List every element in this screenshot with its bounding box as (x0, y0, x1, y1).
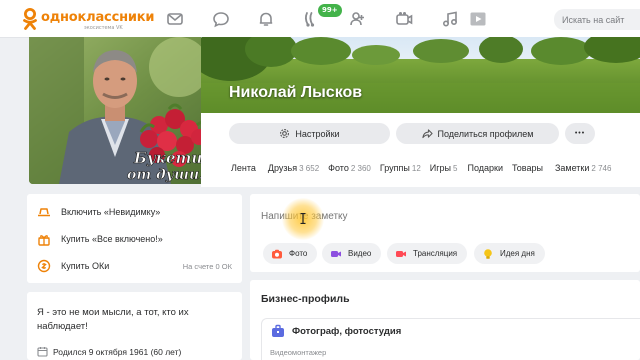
photo-chip[interactable]: Фото (263, 243, 318, 264)
avatar-caption-line2: от души! (127, 167, 205, 183)
text-cursor-icon (300, 213, 306, 224)
idea-chip-label: Идея дня (500, 249, 535, 258)
tab-games[interactable]: Игры 5 (430, 163, 458, 175)
business-name: Фотограф, фотостудия (292, 326, 402, 337)
tab-label: Товары (511, 163, 543, 173)
tab-label: Друзья (267, 163, 298, 173)
buy-ok-label: Купить ОКи (61, 261, 110, 271)
music-icon[interactable] (441, 10, 459, 28)
hat-icon (37, 205, 51, 219)
messages-icon[interactable] (166, 10, 184, 28)
notifications-icon[interactable] (257, 10, 275, 28)
friends-requests-icon[interactable] (349, 10, 367, 28)
video-chip-label: Видео (348, 249, 372, 258)
games-icon[interactable] (469, 10, 487, 28)
tab-notes[interactable]: Заметки 2 746 (555, 163, 611, 175)
tab-label: Подарки (467, 163, 503, 173)
calendar-icon (37, 347, 48, 357)
video-icon[interactable] (395, 10, 413, 28)
lightbulb-icon (484, 248, 492, 259)
camera-icon (272, 249, 282, 258)
tab-count: 5 (453, 164, 458, 173)
settings-label: Настройки (295, 128, 340, 139)
more-button[interactable]: ••• (565, 123, 595, 144)
profile-tabs: Лента Друзья 3 652 Фото 2 360 Группы 12 Игр… (231, 163, 611, 175)
share-label: Поделиться профилем (437, 128, 534, 139)
tab-label: Заметки (554, 163, 590, 173)
gift-icon (37, 232, 51, 246)
brand-sub: экосистема VK (84, 25, 123, 31)
top-bar: одноклассники экосистема VK 99+ (0, 0, 640, 38)
all-inclusive-label: Купить «Все включено!» (61, 234, 163, 244)
tab-count: 12 (411, 164, 421, 173)
about-text: Я - это не мои мысли, а тот, кто их набл… (37, 307, 189, 332)
invisible-mode-item[interactable]: Включить «Невидимку» (37, 202, 232, 222)
tab-label: Фото (328, 163, 349, 173)
birthday-row: Родился 9 октября 1961 (60 лет) (37, 346, 181, 357)
profile-name: Николай Лысков (229, 84, 363, 101)
search-input[interactable] (554, 9, 640, 30)
share-icon (421, 129, 433, 139)
briefcase-icon (272, 324, 284, 337)
tab-photos[interactable]: Фото 2 360 (328, 163, 371, 175)
buy-ok-item[interactable]: Купить ОКи На счете 0 ОК (37, 256, 232, 276)
ok-logo[interactable]: одноклассники экосистема VK (22, 7, 154, 33)
tab-groups[interactable]: Группы 12 (380, 163, 421, 175)
photo-chip-label: Фото (289, 249, 308, 258)
gear-icon (280, 129, 290, 138)
tab-feed[interactable]: Лента (231, 163, 256, 175)
tab-count: 2 746 (591, 164, 612, 173)
invisible-mode-label: Включить «Невидимку» (61, 207, 161, 217)
tab-label: Группы (379, 163, 410, 173)
discussions-icon[interactable] (212, 10, 230, 28)
ok-balance: На счете 0 ОК (182, 261, 232, 271)
settings-button[interactable]: Настройки (229, 123, 390, 144)
coin-icon (37, 259, 51, 273)
tab-count: 3 652 (299, 164, 320, 173)
tab-count: 2 360 (350, 164, 371, 173)
all-inclusive-item[interactable]: Купить «Все включено!» (37, 229, 232, 249)
video-camera-icon (331, 250, 341, 257)
share-profile-button[interactable]: Поделиться профилем (396, 123, 559, 144)
business-title: Бизнес-профиль (261, 293, 350, 305)
tab-gifts[interactable]: Подарки (467, 163, 503, 175)
business-subtitle: Видеомонтажер (270, 348, 327, 357)
video-chip[interactable]: Видео (322, 243, 382, 264)
tab-label: Игры (429, 163, 452, 173)
profile-avatar[interactable]: Букетик от души! (29, 37, 212, 184)
guests-badge: 99+ (318, 4, 342, 17)
idea-chip[interactable]: Идея дня (474, 243, 545, 264)
stream-icon (396, 250, 406, 257)
tab-goods[interactable]: Товары (512, 163, 543, 175)
tab-label: Лента (231, 163, 256, 173)
birthday-text: Родился 9 октября 1961 (60 лет) (53, 346, 182, 357)
stream-chip[interactable]: Трансляция (387, 243, 468, 264)
more-label: ••• (574, 130, 586, 137)
tab-friends[interactable]: Друзья 3 652 (268, 163, 319, 175)
avatar-photo: Букетик от души! (29, 37, 212, 184)
ok-logo-icon (23, 8, 37, 30)
stream-chip-label: Трансляция (413, 249, 458, 258)
brand-name: одноклассники (41, 10, 155, 25)
